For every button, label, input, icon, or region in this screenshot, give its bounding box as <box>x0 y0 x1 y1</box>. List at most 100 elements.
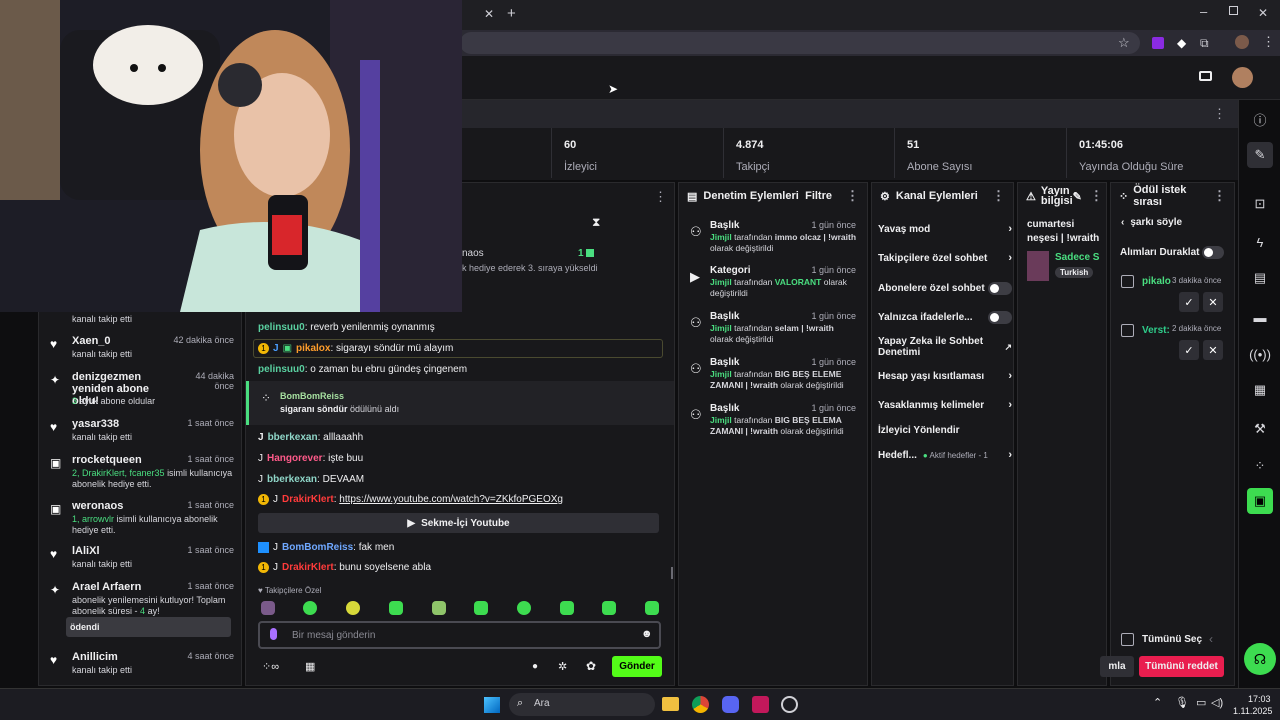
extension-icon[interactable] <box>1152 37 1164 49</box>
wrench-icon[interactable]: ⚒ <box>1247 416 1273 442</box>
clock-time[interactable]: 17:03 <box>1248 694 1271 704</box>
toggle-switch[interactable] <box>988 281 1012 295</box>
start-icon[interactable] <box>484 697 500 713</box>
support-icon[interactable]: ☊ <box>1244 643 1276 675</box>
clock-date[interactable]: 1.11.2025 <box>1233 706 1272 716</box>
paid-button[interactable]: ödendi <box>66 617 231 637</box>
action-subscribers-only[interactable]: Abonelere özel sohbet <box>878 278 1012 298</box>
volume-icon[interactable]: ◁) <box>1211 696 1223 709</box>
extensions-icon[interactable]: ✿ <box>586 659 596 673</box>
redemption-checkbox[interactable] <box>1121 324 1134 337</box>
close-tab-icon[interactable]: ✕ <box>484 7 494 21</box>
reject-all-button[interactable]: Tümünü reddet <box>1139 656 1224 677</box>
tag-badge[interactable]: Turkish <box>1055 267 1094 278</box>
send-button[interactable]: Gönder <box>612 656 662 677</box>
toggle-switch[interactable] <box>988 310 1012 324</box>
game-name[interactable]: Sadece S <box>1055 252 1099 263</box>
chat-username[interactable]: pelinsuu0 <box>258 322 305 333</box>
emote[interactable] <box>517 601 531 615</box>
chat-username[interactable]: DrakirKlert <box>282 494 334 505</box>
minimize-icon[interactable]: – <box>1200 4 1207 19</box>
broadcast-icon[interactable]: ((•)) <box>1247 341 1273 367</box>
tray-chevron-icon[interactable]: ⌃ <box>1153 696 1162 709</box>
mic-icon[interactable] <box>270 628 277 640</box>
reject-button[interactable]: ✕ <box>1203 340 1223 360</box>
select-all-checkbox[interactable] <box>1121 633 1134 646</box>
chat-username[interactable]: bberkexan <box>267 474 317 485</box>
app-icon[interactable] <box>781 696 798 713</box>
emote[interactable] <box>645 601 659 615</box>
approve-button[interactable]: ✓ <box>1179 340 1199 360</box>
chat-scrollbar[interactable] <box>671 567 673 579</box>
chevron-left-icon[interactable]: ‹ <box>1209 632 1213 646</box>
extension-icon[interactable]: ◆ <box>1177 36 1186 50</box>
panel-menu-icon[interactable]: ⋮ <box>1090 188 1103 204</box>
rewards-icon[interactable]: ⁘ <box>1247 453 1273 479</box>
action-slow-mode[interactable]: Yavaş mod › <box>878 219 1012 239</box>
emote[interactable] <box>389 601 403 615</box>
mic-tray-icon[interactable]: 🎙 <box>1175 696 1189 709</box>
new-tab-icon[interactable]: + <box>507 5 516 22</box>
action-emote-only[interactable]: Yalnızca ifadelerle... <box>878 307 1012 327</box>
panel-menu-icon[interactable]: ⋮ <box>1213 188 1226 204</box>
notes-icon[interactable]: ▤ <box>1247 265 1273 291</box>
panel-menu-icon[interactable]: ⋮ <box>992 188 1005 204</box>
profile-icon[interactable] <box>1235 35 1249 49</box>
redemption-user[interactable]: pikalo <box>1142 276 1171 287</box>
edit-icon[interactable]: ✎ <box>1247 142 1273 168</box>
close-window-icon[interactable]: ✕ <box>1258 6 1268 20</box>
layout-icon[interactable]: ▦ <box>1247 377 1273 403</box>
channel-points-icon[interactable]: ⁘∞ <box>262 660 279 673</box>
reject-button[interactable]: ✕ <box>1203 292 1223 312</box>
store-icon[interactable]: ▦ <box>305 660 315 673</box>
theater-mode-icon[interactable] <box>1199 71 1212 81</box>
action-raid[interactable]: İzleyici Yönlendir <box>878 420 1012 440</box>
pause-toggle[interactable] <box>1202 245 1224 259</box>
info-icon[interactable]: ⓘ <box>1247 106 1273 132</box>
hourglass-icon[interactable]: ⧗ <box>592 215 600 230</box>
discord-icon[interactable] <box>722 696 739 713</box>
emote[interactable] <box>346 601 360 615</box>
maximize-icon[interactable] <box>1229 6 1238 15</box>
emote[interactable] <box>261 601 275 615</box>
chat-username[interactable]: pikalox <box>296 343 330 354</box>
emote[interactable] <box>432 601 446 615</box>
chat-username[interactable]: Hangorever <box>267 453 323 464</box>
action-banned-words[interactable]: Yasaklanmış kelimeler › <box>878 395 1012 415</box>
app-icon[interactable]: ▣ <box>1247 488 1273 514</box>
redemption-user[interactable]: Verst: <box>1142 325 1170 336</box>
folder-icon[interactable] <box>662 697 679 711</box>
redemption-checkbox[interactable] <box>1121 275 1134 288</box>
chat-username[interactable]: bberkexan <box>268 432 318 443</box>
chat-username[interactable]: BomBomReiss <box>282 542 353 553</box>
reward-user[interactable]: BomBomReiss <box>280 391 344 401</box>
chat-username[interactable]: DrakirKlert <box>282 562 334 573</box>
panel-menu-icon[interactable]: ⋮ <box>846 188 859 204</box>
stats-menu-icon[interactable]: ⋮ <box>1213 106 1226 122</box>
chat-icon[interactable]: ▬ <box>1247 304 1273 330</box>
emoji-icon[interactable]: ☻ <box>641 628 653 640</box>
action-account-age[interactable]: Hesap yaşı kısıtlaması › <box>878 366 1012 386</box>
filter-button[interactable]: Filtre <box>805 190 832 202</box>
emote[interactable] <box>303 601 317 615</box>
action-goals[interactable]: Hedefl... ● Aktif hedefler - 1 › <box>878 445 1012 465</box>
edit-icon[interactable]: ✎ <box>1073 190 1082 203</box>
settings-icon[interactable]: ✲ <box>558 660 567 673</box>
app-icon[interactable] <box>752 696 769 713</box>
lightning-icon[interactable]: ϟ <box>1247 229 1273 255</box>
avatar[interactable] <box>1232 67 1253 88</box>
menu-icon[interactable]: ⋮ <box>1262 34 1275 50</box>
emote[interactable] <box>560 601 574 615</box>
partial-action-button[interactable]: mla <box>1100 656 1134 677</box>
select-all-label[interactable]: Tümünü Seç <box>1142 634 1202 645</box>
chat-bubble-icon[interactable]: ● <box>532 661 538 672</box>
emote[interactable] <box>602 601 616 615</box>
network-icon[interactable]: ▭ <box>1196 696 1206 709</box>
approve-button[interactable]: ✓ <box>1179 292 1199 312</box>
chrome-icon[interactable] <box>692 696 709 713</box>
youtube-button[interactable]: ▶ Sekme-İçi Youtube <box>258 513 659 533</box>
chat-username[interactable]: pelinsuu0 <box>258 364 305 375</box>
puzzle-icon[interactable]: ⧉ <box>1200 36 1209 51</box>
bookmark-star-icon[interactable]: ☆ <box>1118 35 1130 51</box>
action-ai-moderation[interactable]: Yapay Zeka ile Sohbet Denetimi ↗ <box>878 335 1012 359</box>
